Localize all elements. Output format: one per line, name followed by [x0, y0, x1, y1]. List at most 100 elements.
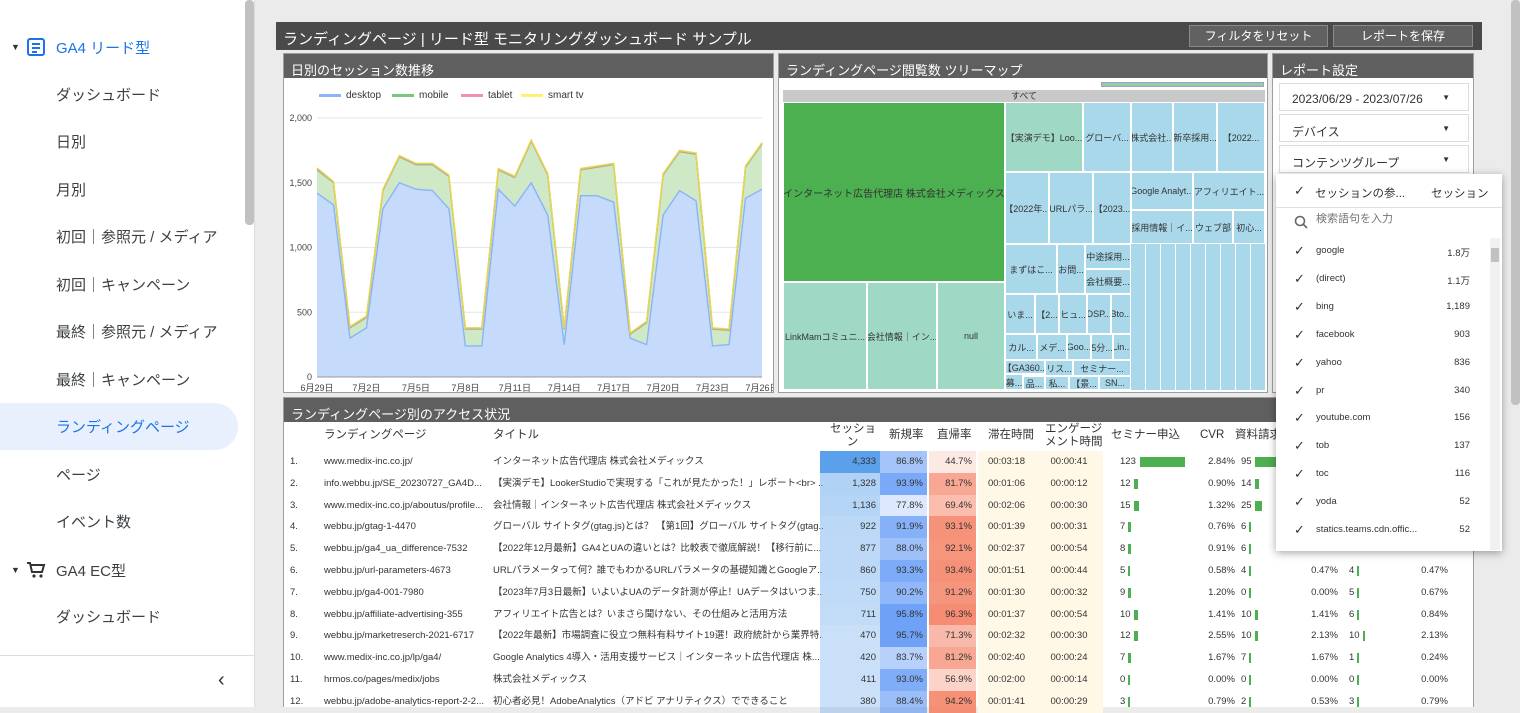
save-report-button[interactable]: レポートを保存: [1333, 25, 1473, 47]
treemap-cell[interactable]: アフィリエイト...: [1193, 172, 1265, 210]
popup-list-item[interactable]: ✓ yoda 52: [1276, 489, 1490, 517]
treemap-cell[interactable]: 【2022...: [1217, 102, 1265, 172]
popup-list-item[interactable]: ✓ toc 116: [1276, 461, 1490, 489]
treemap-cell[interactable]: グローバ...: [1083, 102, 1131, 172]
treemap-cell[interactable]: Lin...: [1113, 334, 1131, 360]
col-header-bounce-rate[interactable]: 直帰率: [937, 429, 972, 442]
popup-search[interactable]: [1276, 208, 1502, 236]
treemap-cell[interactable]: 会社概要...: [1085, 269, 1131, 294]
col-header-engagement-time[interactable]: エンゲージ メント時間: [1045, 423, 1103, 449]
treemap-cell[interactable]: null: [937, 282, 1005, 390]
treemap-cell[interactable]: 新卒採用...: [1173, 102, 1217, 172]
treemap-cell[interactable]: まずはこ...: [1005, 244, 1057, 294]
popup-list-item[interactable]: ✓ yahoo 836: [1276, 350, 1490, 378]
table-row[interactable]: 10. www.medix-inc.co.jp/lp/ga4/Google Ana…: [283, 647, 1479, 669]
sidebar-item-last-campaign[interactable]: 最終｜キャンペーン: [0, 356, 238, 403]
popup-list-item[interactable]: ✓ tob 137: [1276, 433, 1490, 461]
sidebar-item-page[interactable]: ページ: [0, 451, 238, 498]
popup-list-item[interactable]: ✓ youtube.com 156: [1276, 405, 1490, 433]
treemap-cell[interactable]: ウェブ部: [1193, 210, 1233, 244]
treemap-cell[interactable]: 中途採用...: [1085, 244, 1131, 269]
check-icon[interactable]: ✓: [1294, 183, 1305, 199]
sidebar-group-ec[interactable]: ▼ GA4 EC型: [0, 546, 240, 594]
col-header-landing-page[interactable]: ランディングページ: [324, 429, 426, 442]
treemap-small-cells[interactable]: [1131, 244, 1265, 390]
treemap-cell[interactable]: メデ...: [1037, 334, 1067, 360]
check-icon[interactable]: ✓: [1294, 438, 1305, 454]
check-icon[interactable]: ✓: [1294, 327, 1305, 343]
check-icon[interactable]: ✓: [1294, 466, 1305, 482]
treemap-cell[interactable]: 募...: [1005, 374, 1023, 390]
treemap-cell[interactable]: セミナー...: [1073, 360, 1131, 376]
treemap-cell[interactable]: SN...: [1099, 376, 1131, 390]
popup-list-item[interactable]: ✓ bing 1,189: [1276, 294, 1490, 322]
table-row[interactable]: 9. webbu.jp/marketreserch-2021-6717 【2022年…: [283, 625, 1479, 648]
sidebar-item-ec-dashboard[interactable]: ダッシュボード: [0, 593, 238, 640]
popup-list-item[interactable]: ✓ facebook 903: [1276, 322, 1490, 350]
table-row[interactable]: 8. webbu.jp/affiliate-advertising-355 アフィリ…: [283, 603, 1479, 626]
sidebar-group-lead[interactable]: ▼ GA4 リード型: [0, 23, 240, 71]
popup-scroll-thumb[interactable]: [1491, 248, 1499, 262]
treemap-cell[interactable]: Google Analyt...: [1131, 172, 1193, 210]
check-icon[interactable]: ✓: [1294, 271, 1305, 287]
treemap-cell[interactable]: 【実演デモ】Loo...: [1005, 102, 1083, 172]
treemap-cell[interactable]: 【GA360...: [1005, 360, 1045, 374]
treemap-cell[interactable]: リス...: [1045, 360, 1073, 376]
treemap-cell[interactable]: 【2022年...: [1005, 172, 1049, 244]
series-area-desktop[interactable]: [317, 182, 762, 377]
popup-list-item[interactable]: ✓ statics.teams.cdn.offic... 52: [1276, 517, 1490, 545]
reset-filter-button[interactable]: フィルタをリセット: [1189, 25, 1328, 47]
col-header-sessions[interactable]: セッショ ン: [830, 423, 876, 449]
treemap-cell[interactable]: LinkMamコミュニ...: [783, 282, 867, 390]
sidebar-item-first-source[interactable]: 初回｜参照元 / メディア: [0, 213, 238, 260]
check-icon[interactable]: ✓: [1294, 494, 1305, 510]
content-group-filter[interactable]: コンテンツグループ ▼: [1279, 145, 1469, 173]
col-header-cvr[interactable]: CVR: [1200, 429, 1224, 442]
treemap-cell[interactable]: 【景...: [1069, 376, 1099, 390]
col-header-doc-request[interactable]: 資料請求: [1235, 429, 1281, 442]
treemap-cell[interactable]: 【2...: [1035, 294, 1059, 334]
popup-scrollbar[interactable]: [1490, 238, 1500, 550]
treemap-cell[interactable]: Bto...: [1111, 294, 1131, 334]
treemap-cell[interactable]: 品...: [1023, 376, 1045, 390]
col-header-title[interactable]: タイトル: [493, 429, 539, 442]
col-header-seminar[interactable]: セミナー申込: [1111, 429, 1180, 442]
sidebar-item-first-campaign[interactable]: 初回｜キャンペーン: [0, 261, 238, 308]
treemap-cell[interactable]: いま...: [1005, 294, 1035, 334]
col-header-new-rate[interactable]: 新規率: [889, 429, 924, 442]
check-icon[interactable]: ✓: [1294, 299, 1305, 315]
sidebar-scrollbar[interactable]: [245, 0, 254, 225]
popup-list-item[interactable]: ✓ (direct) 1.1万: [1276, 266, 1490, 294]
check-icon[interactable]: ✓: [1294, 355, 1305, 371]
treemap-cell[interactable]: URLパラ...: [1049, 172, 1093, 244]
treemap-cell[interactable]: 5分...: [1091, 334, 1113, 360]
sidebar-item-monthly[interactable]: 月別: [0, 166, 238, 213]
sidebar-item-dashboard[interactable]: ダッシュボード: [0, 71, 238, 118]
table-row[interactable]: 7. webbu.jp/ga4-001-7980 【2023年7月3日最新】いよいよ…: [283, 581, 1479, 604]
date-range-picker[interactable]: 2023/06/29 - 2023/07/26 ▼: [1279, 83, 1469, 111]
sidebar-item-last-source[interactable]: 最終｜参照元 / メディア: [0, 308, 238, 355]
treemap-cell[interactable]: 【2023...: [1093, 172, 1131, 244]
sidebar-item-events[interactable]: イベント数: [0, 498, 238, 545]
check-icon[interactable]: ✓: [1294, 522, 1305, 538]
sidebar-item-daily[interactable]: 日別: [0, 118, 238, 165]
popup-list-item[interactable]: ✓ pr 340: [1276, 378, 1490, 406]
popup-search-input[interactable]: [1316, 213, 1486, 225]
treemap-cell[interactable]: インターネット広告代理店 株式会社メディックス: [783, 102, 1005, 282]
treemap-root[interactable]: すべて: [783, 90, 1265, 102]
col-header-stay-time[interactable]: 滞在時間: [988, 429, 1034, 442]
treemap-cell[interactable]: 初心...: [1233, 210, 1265, 244]
treemap-cell[interactable]: 採用情報｜イ...: [1131, 210, 1193, 244]
treemap-cell[interactable]: DSP...: [1087, 294, 1111, 334]
table-row[interactable]: 12. webbu.jp/adobe-analytics-report-2-2..…: [283, 690, 1479, 713]
device-filter[interactable]: デバイス ▼: [1279, 114, 1469, 142]
check-icon[interactable]: ✓: [1294, 243, 1305, 259]
check-icon[interactable]: ✓: [1294, 383, 1305, 399]
page-scrollbar[interactable]: [1511, 0, 1520, 405]
treemap-cell[interactable]: 会社情報｜イン...: [867, 282, 937, 390]
table-row[interactable]: 6. webbu.jp/url-parameters-4673 URLパラメータって…: [283, 560, 1479, 582]
collapse-sidebar-button[interactable]: ‹: [0, 655, 254, 707]
treemap-cell[interactable]: 私...: [1045, 376, 1069, 390]
treemap-cell[interactable]: カル...: [1005, 334, 1037, 360]
table-row[interactable]: 11. hrmos.co/pages/medix/jobs 株式会社メディックス 41…: [283, 669, 1479, 691]
